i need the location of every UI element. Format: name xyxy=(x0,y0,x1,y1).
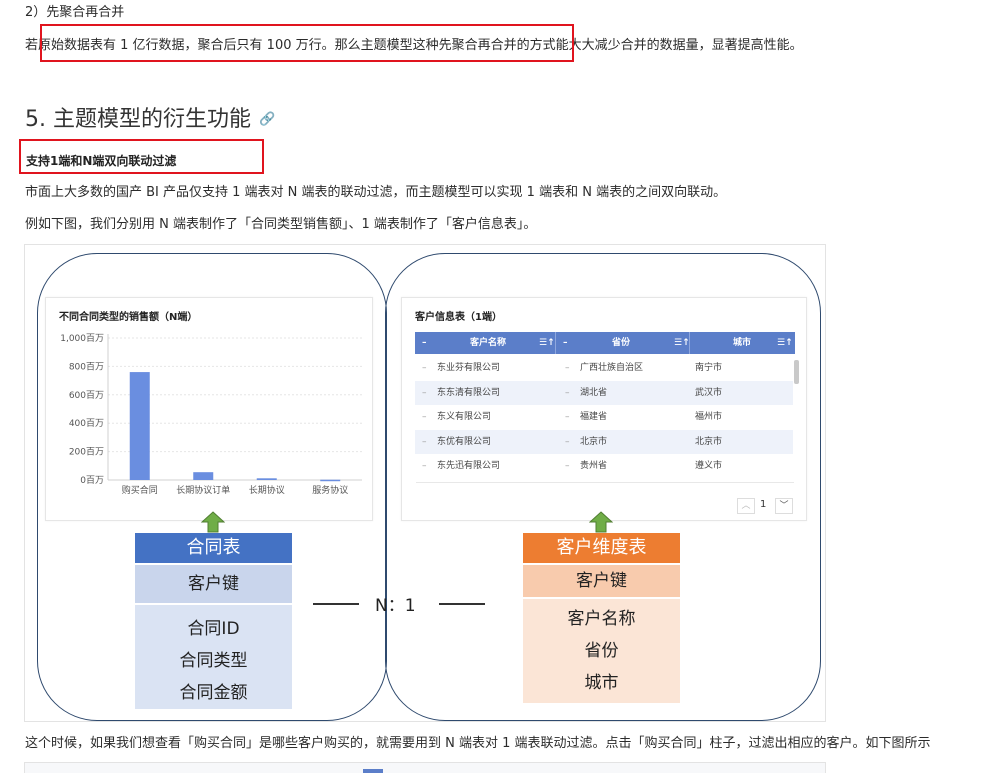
paragraph-example: 例如下图，我们分别用 N 端表制作了「合同类型销售额」、1 端表制作了「客户信息… xyxy=(25,217,537,232)
x-tick-label: 长期协议 xyxy=(249,484,285,496)
cell-customer-name: 东优有限公司 xyxy=(437,436,492,447)
relation-line-left xyxy=(313,603,359,605)
row-collapse-icon: – xyxy=(422,363,427,373)
sort-icon[interactable]: ☰↑ xyxy=(539,332,555,354)
pager-number: 1 xyxy=(760,499,767,510)
model-figure: 不同合同类型的销售额（N端） 1,000百万 800百万 600百万 400百万 200… xyxy=(24,244,826,722)
y-tick-label: 200百万 xyxy=(69,447,104,458)
cell-city: 遵义市 xyxy=(695,461,723,471)
relation-line-right xyxy=(439,603,485,605)
up-arrow-icon xyxy=(589,511,613,533)
collapse-icon[interactable]: – xyxy=(563,332,568,354)
y-tick-label: 600百万 xyxy=(69,390,104,401)
row-collapse-icon: – xyxy=(565,387,570,398)
field-customer-name: 客户名称 xyxy=(567,609,636,629)
next-figure-bar xyxy=(363,769,383,773)
cell-province: 贵州省 xyxy=(580,461,608,471)
subheading-2: 2）先聚合再合并 xyxy=(25,5,125,20)
field-province: 省份 xyxy=(584,641,619,661)
cell-customer-name: 东义有限公司 xyxy=(437,412,492,422)
bar-chart: 1,000百万 800百万 600百万 400百万 200百万 0百万购买合同 长期协议订单… xyxy=(60,333,362,496)
table-card: 客户信息表（1端） – 客户名称 ☰↑ – 省份 ☰↑ 城市 ☰↑ – 东业芬有限… xyxy=(401,297,807,521)
row-collapse-icon: – xyxy=(565,412,570,422)
link-icon[interactable]: 🔗 xyxy=(259,112,275,127)
cell-customer-name: 东东清有限公司 xyxy=(437,387,501,398)
row-collapse-icon: – xyxy=(422,461,427,471)
x-tick-label: 购买合同 xyxy=(122,484,158,496)
field-contract-type: 合同类型 xyxy=(179,651,248,671)
sort-icon[interactable]: ☰↑ xyxy=(777,332,793,354)
highlight-box-1 xyxy=(40,24,574,62)
cell-province: 广西壮族自治区 xyxy=(580,363,644,373)
col-header-name[interactable]: 客户名称 xyxy=(470,332,506,354)
field-contract-id: 合同ID xyxy=(187,619,240,639)
row-collapse-icon: – xyxy=(565,436,570,447)
paragraph-filter: 这个时候，如果我们想查看「购买合同」是哪些客户购买的，就需要用到 N 端表对 1… xyxy=(25,736,931,751)
table-row[interactable]: – 东业芬有限公司 – 广西壮族自治区 南宁市 xyxy=(415,356,793,380)
relation-label: N：1 xyxy=(375,596,416,616)
cell-customer-name: 东业芬有限公司 xyxy=(437,363,501,373)
bar[interactable] xyxy=(256,478,277,480)
bar[interactable] xyxy=(129,372,150,480)
col-header-province[interactable]: 省份 xyxy=(612,332,630,354)
pager-prev-icon[interactable]: ︿ xyxy=(737,498,755,514)
customer-table-header: 客户维度表 xyxy=(523,533,680,563)
bar[interactable] xyxy=(193,472,214,480)
row-collapse-icon: – xyxy=(422,387,427,398)
cell-city: 武汉市 xyxy=(695,387,723,398)
y-tick-label: 1,000百万 xyxy=(60,333,104,344)
cell-city: 北京市 xyxy=(695,436,723,447)
table-header: – 客户名称 ☰↑ – 省份 ☰↑ 城市 ☰↑ xyxy=(415,332,795,354)
section-title: 5. 主题模型的衍生功能 🔗 xyxy=(25,106,275,134)
row-collapse-icon: – xyxy=(565,461,570,471)
x-tick-label: 服务协议 xyxy=(312,484,348,496)
pager-next-icon[interactable]: ﹀ xyxy=(775,498,793,514)
field-contract-amount: 合同金额 xyxy=(179,683,248,703)
cell-city: 福州市 xyxy=(695,412,723,422)
customer-table-key: 客户键 xyxy=(523,565,680,597)
table-row[interactable]: – 东优有限公司 – 北京市 北京市 xyxy=(415,429,793,454)
section-title-text: 5. 主题模型的衍生功能 xyxy=(25,107,251,132)
cell-province: 北京市 xyxy=(580,436,608,447)
cell-city: 南宁市 xyxy=(695,363,723,373)
y-tick-label: 400百万 xyxy=(69,418,104,429)
contract-table-fields: 合同ID 合同类型 合同金额 xyxy=(135,605,292,709)
cell-customer-name: 东先迅有限公司 xyxy=(437,461,501,471)
up-arrow-icon xyxy=(201,511,225,533)
field-city: 城市 xyxy=(584,673,619,693)
y-tick-label: 800百万 xyxy=(69,361,104,372)
bar[interactable] xyxy=(320,479,341,482)
table-scroll-track xyxy=(416,482,794,483)
contract-table-key: 客户键 xyxy=(135,565,292,603)
table-row[interactable]: – 东先迅有限公司 – 贵州省 遵义市 xyxy=(415,454,793,478)
table-scrollbar[interactable] xyxy=(794,360,799,384)
row-collapse-icon: – xyxy=(422,436,427,447)
contract-table-header: 合同表 xyxy=(135,533,292,563)
cell-province: 福建省 xyxy=(580,412,608,422)
highlight-box-2 xyxy=(19,139,264,174)
table-row[interactable]: – 东义有限公司 – 福建省 福州市 xyxy=(415,405,793,429)
row-collapse-icon: – xyxy=(565,363,570,373)
sort-icon[interactable]: ☰↑ xyxy=(674,332,690,354)
paragraph-bidirectional: 市面上大多数的国产 BI 产品仅支持 1 端表对 N 端表的联动过滤，而主题模型… xyxy=(25,185,727,200)
next-figure-peek xyxy=(24,762,826,773)
cell-province: 湖北省 xyxy=(580,387,608,398)
chart-card: 不同合同类型的销售额（N端） 1,000百万 800百万 600百万 400百万 200… xyxy=(45,297,373,521)
row-collapse-icon: – xyxy=(422,412,427,422)
y-tick-label: 0百万 xyxy=(80,475,104,486)
col-header-city[interactable]: 城市 xyxy=(733,332,751,354)
collapse-icon[interactable]: – xyxy=(422,332,427,354)
x-tick-label: 长期协议订单 xyxy=(176,484,230,496)
customer-table-fields: 客户名称 省份 城市 xyxy=(523,599,680,703)
table-title: 客户信息表（1端） xyxy=(415,312,502,323)
table-row[interactable]: – 东东清有限公司 – 湖北省 武汉市 xyxy=(415,380,793,405)
